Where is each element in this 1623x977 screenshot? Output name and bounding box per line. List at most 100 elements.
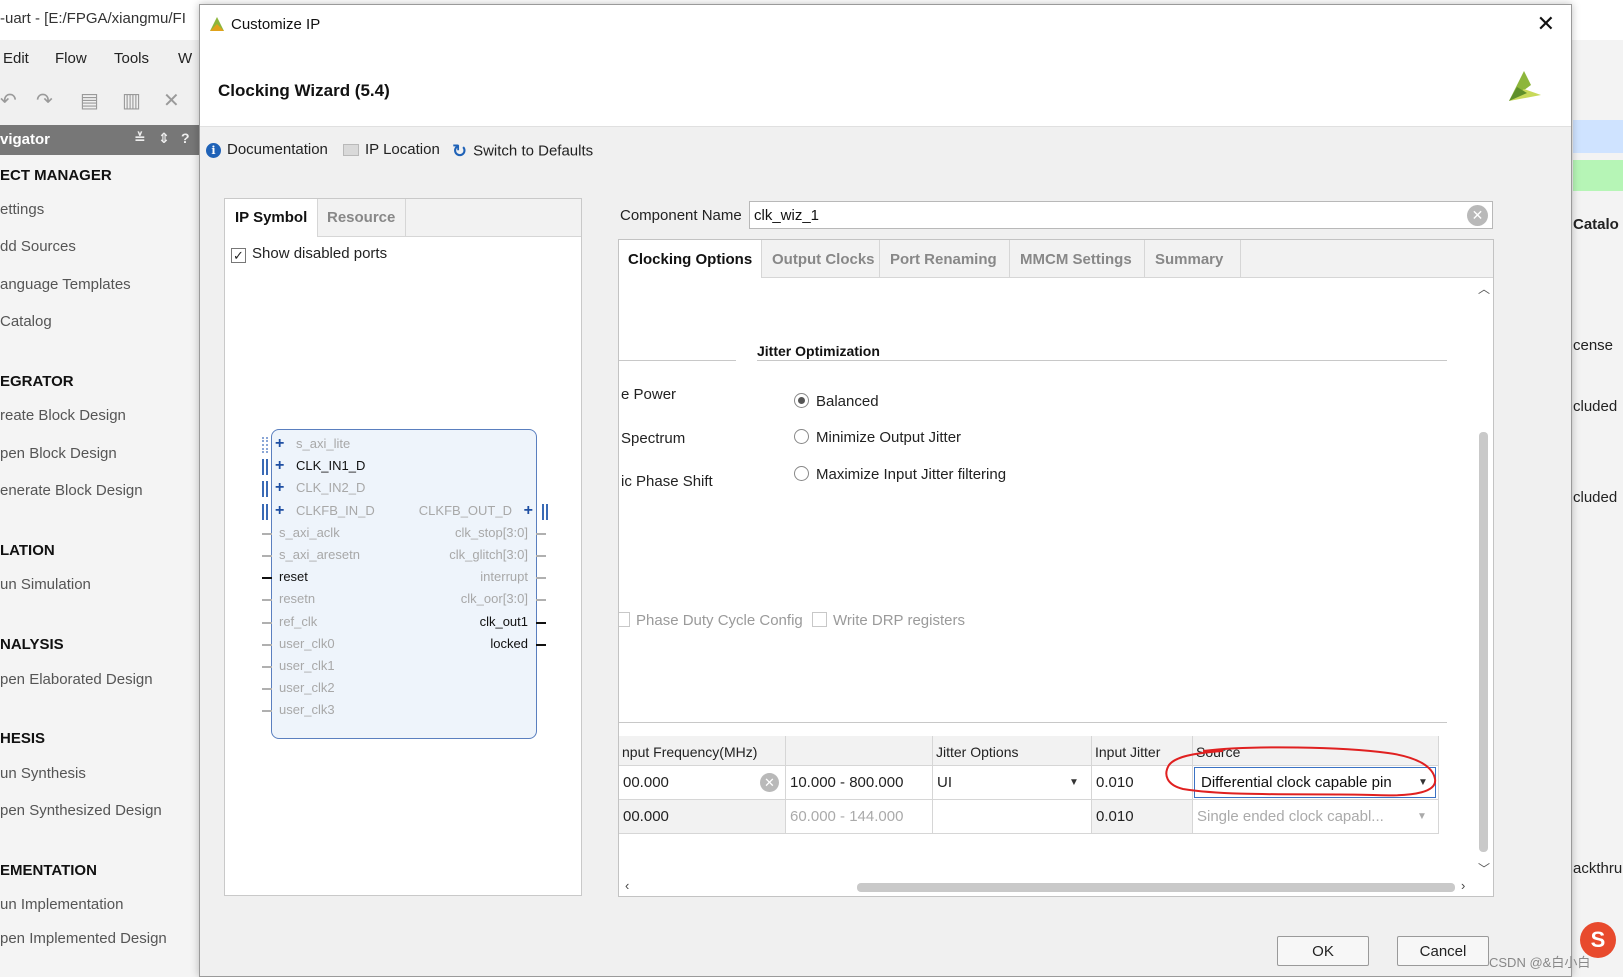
port-pin	[262, 666, 272, 668]
radio-button-icon[interactable]	[794, 429, 809, 444]
redo-icon[interactable]: ↷	[36, 88, 53, 113]
jitter-options-cell[interactable]: UI ▼	[933, 766, 1092, 800]
scroll-left-icon[interactable]: ‹	[625, 878, 629, 893]
documentation-button[interactable]: i Documentation	[206, 141, 328, 158]
flow-navigator: ECT MANAGER ettings dd Sources anguage Temp…	[0, 155, 200, 977]
expand-icon[interactable]: ⇕	[158, 130, 170, 147]
flow-navigator-item[interactable]: pen Synthesized Design	[0, 802, 162, 819]
input-jitter-cell[interactable]: 0.010	[1092, 766, 1193, 800]
flow-navigator-item[interactable]: un Implementation	[0, 896, 123, 913]
scrollbar-thumb[interactable]	[1479, 432, 1488, 852]
documentation-label: Documentation	[227, 141, 328, 158]
port-pin	[536, 555, 546, 557]
radio-button-icon[interactable]	[794, 466, 809, 481]
switch-to-defaults-label: Switch to Defaults	[473, 142, 594, 160]
flow-navigator-item[interactable]: un Synthesis	[0, 765, 86, 782]
flow-navigator-item[interactable]: pen Implemented Design	[0, 930, 167, 947]
table-header-cell	[786, 736, 933, 766]
input-frequency-value[interactable]: 00.000	[623, 774, 669, 791]
input-frequency-value: 00.000	[623, 808, 669, 825]
bus-port-marker	[262, 437, 268, 453]
port-label: CLKFB_IN_D	[296, 502, 375, 518]
flow-navigator-item[interactable]: enerate Block Design	[0, 482, 143, 499]
tab-clocking-options[interactable]: Clocking Options	[619, 240, 762, 278]
chevron-down-icon[interactable]: ▼	[1418, 766, 1428, 799]
flow-navigator-item[interactable]: pen Elaborated Design	[0, 671, 153, 688]
vivado-window-title: -uart - [E:/FPGA/xiangmu/FI	[0, 10, 186, 27]
checkbox-icon[interactable]	[619, 612, 630, 627]
scrollbar-thumb[interactable]	[857, 883, 1455, 892]
close-icon[interactable]: ✕	[1537, 11, 1555, 37]
frequency-range-cell: 10.000 - 800.000	[786, 766, 933, 800]
phase-duty-cycle-checkbox[interactable]: Phase Duty Cycle Config	[619, 612, 803, 629]
scroll-right-icon[interactable]: ›	[1461, 878, 1465, 893]
section-divider	[619, 360, 736, 361]
tab-resource[interactable]: Resource	[317, 199, 407, 237]
switch-to-defaults-button[interactable]: ↻ Switch to Defaults	[452, 141, 593, 162]
copy-icon[interactable]: ▤	[80, 88, 99, 113]
jitter-option-label: Maximize Input Jitter filtering	[816, 466, 1007, 483]
paste-icon[interactable]: ▥	[122, 88, 141, 113]
flow-navigator-item[interactable]: Catalog	[0, 313, 52, 330]
expand-plus-icon[interactable]: +	[275, 436, 284, 452]
expand-plus-icon[interactable]: +	[275, 458, 284, 474]
jitter-option-radio[interactable]: Minimize Output Jitter	[794, 429, 961, 446]
background-highlight-band	[1573, 160, 1623, 191]
flow-navigator-item[interactable]: dd Sources	[0, 238, 76, 255]
ok-button[interactable]: OK	[1277, 936, 1369, 966]
flow-navigator-item[interactable]: anguage Templates	[0, 276, 131, 293]
input-jitter-value[interactable]: 0.010	[1096, 774, 1134, 791]
input-frequency-cell[interactable]: 00.000 ✕	[619, 766, 786, 800]
source-cell[interactable]: Single ended clock capabl... ▼	[1193, 800, 1439, 834]
tab-mmcm-settings[interactable]: MMCM Settings	[1011, 240, 1145, 278]
jitter-option-radio[interactable]: Balanced	[794, 393, 879, 410]
delete-icon[interactable]: ✕	[163, 88, 180, 113]
input-clock-table: nput Frequency(MHz) Jitter Options Input J…	[619, 736, 1439, 836]
dialog-toolbar: i Documentation IP Location ↻ Switch to De…	[200, 131, 1000, 167]
flow-navigator-item[interactable]: reate Block Design	[0, 407, 126, 424]
write-drp-checkbox[interactable]: Write DRP registers	[812, 612, 965, 629]
tab-port-renaming[interactable]: Port Renaming	[881, 240, 1010, 278]
ip-location-button[interactable]: IP Location	[343, 141, 440, 158]
chevron-down-icon[interactable]: ▼	[1069, 766, 1079, 799]
clear-icon[interactable]: ✕	[1467, 205, 1488, 226]
tab-output-clocks[interactable]: Output Clocks	[763, 240, 880, 278]
tab-ip-symbol[interactable]: IP Symbol	[225, 199, 319, 237]
jitter-optimization-title: Jitter Optimization	[757, 343, 880, 359]
jitter-options-value[interactable]: UI	[937, 774, 952, 791]
port-label: user_clk0	[279, 635, 335, 651]
cancel-button[interactable]: Cancel	[1397, 936, 1489, 966]
undo-icon[interactable]: ↶	[0, 88, 17, 113]
port-pin	[262, 710, 272, 713]
jitter-option-radio[interactable]: Maximize Input Jitter filtering	[794, 466, 1006, 483]
clear-icon[interactable]: ✕	[760, 773, 779, 792]
flow-navigator-item[interactable]: pen Block Design	[0, 445, 117, 462]
scroll-up-icon[interactable]: ︿	[1478, 280, 1490, 297]
source-cell[interactable]: Differential clock capable pin ▼	[1193, 766, 1439, 800]
flow-navigator-item[interactable]: un Simulation	[0, 576, 91, 593]
menu-window[interactable]: W	[178, 50, 192, 67]
flow-navigator-item[interactable]: ettings	[0, 201, 44, 218]
source-dropdown[interactable]: Differential clock capable pin ▼	[1194, 767, 1436, 798]
chevron-down-icon: ▼	[1417, 811, 1427, 822]
background-panel-text: Catalo	[1573, 216, 1619, 233]
menu-flow[interactable]: Flow	[55, 50, 87, 67]
checkbox-checked-icon[interactable]: ✓	[231, 248, 246, 263]
scroll-down-icon[interactable]: ﹀	[1478, 860, 1490, 877]
menu-edit[interactable]: Edit	[3, 50, 29, 67]
expand-plus-icon[interactable]: +	[275, 502, 284, 518]
help-icon[interactable]: ?	[181, 130, 190, 146]
show-disabled-ports-checkbox[interactable]: ✓ Show disabled ports	[231, 245, 387, 263]
horizontal-scrollbar[interactable]: ‹ ›	[619, 878, 1474, 896]
ime-sogou-icon[interactable]: S	[1580, 922, 1616, 958]
expand-plus-icon[interactable]: +	[524, 502, 533, 518]
vivado-toolbar: ↶ ↷ ▤ ▥ ✕	[0, 82, 200, 122]
component-name-input[interactable]	[749, 201, 1493, 229]
expand-plus-icon[interactable]: +	[275, 480, 284, 496]
vertical-scrollbar[interactable]: ︿ ﹀	[1474, 278, 1493, 876]
menu-tools[interactable]: Tools	[114, 50, 149, 67]
radio-button-icon[interactable]	[794, 393, 809, 408]
checkbox-icon[interactable]	[812, 612, 827, 627]
collapse-all-icon[interactable]: ≚	[134, 130, 146, 147]
tab-summary[interactable]: Summary	[1146, 240, 1241, 278]
